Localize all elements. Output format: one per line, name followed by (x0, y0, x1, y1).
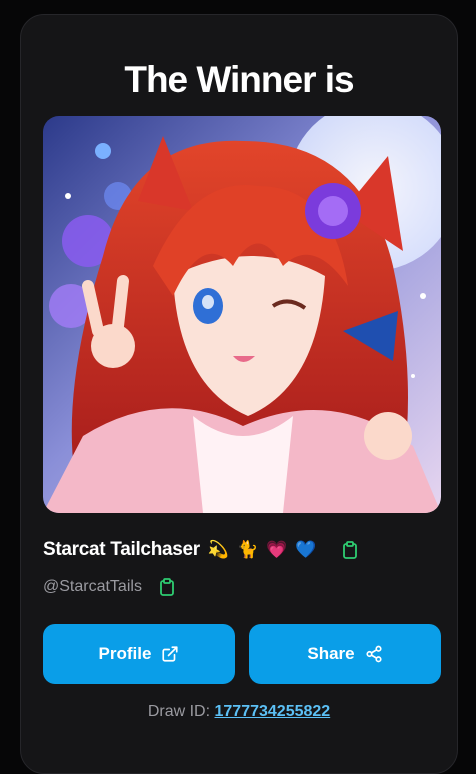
pink-heart-emoji: 💗 (266, 539, 288, 560)
page-title: The Winner is (124, 59, 354, 100)
blue-heart-emoji: 💙 (295, 539, 317, 560)
clipboard-icon (160, 578, 174, 596)
winner-avatar-image (43, 116, 441, 513)
clipboard-icon (342, 541, 357, 559)
draw-id-row: Draw ID: 1777734255822 (21, 703, 457, 721)
draw-id-label: Draw ID: (147, 703, 211, 720)
dizzy-emoji: 💫 (207, 539, 230, 560)
copy-handle-button[interactable] (156, 576, 178, 598)
draw-id-link[interactable]: 1777734255822 (215, 703, 331, 720)
share-button-label: Share (307, 644, 355, 663)
share-button[interactable]: Share (249, 624, 441, 684)
winner-card: The Winner is Starcat Tailchaser 💫 🐈 💗 💙… (20, 14, 458, 774)
copy-name-button[interactable] (339, 539, 361, 561)
cat-emoji: 🐈 (237, 539, 259, 560)
winner-handle: @StarcatTails (43, 578, 142, 595)
winner-display-name: Starcat Tailchaser (43, 539, 200, 560)
external-link-icon (162, 646, 179, 662)
profile-button-label: Profile (98, 644, 152, 663)
winner-name-row: Starcat Tailchaser 💫 🐈 💗 💙 (43, 535, 361, 565)
profile-button[interactable]: Profile (43, 624, 235, 684)
share-icon (366, 645, 382, 663)
winner-handle-row: @StarcatTails (43, 574, 178, 600)
